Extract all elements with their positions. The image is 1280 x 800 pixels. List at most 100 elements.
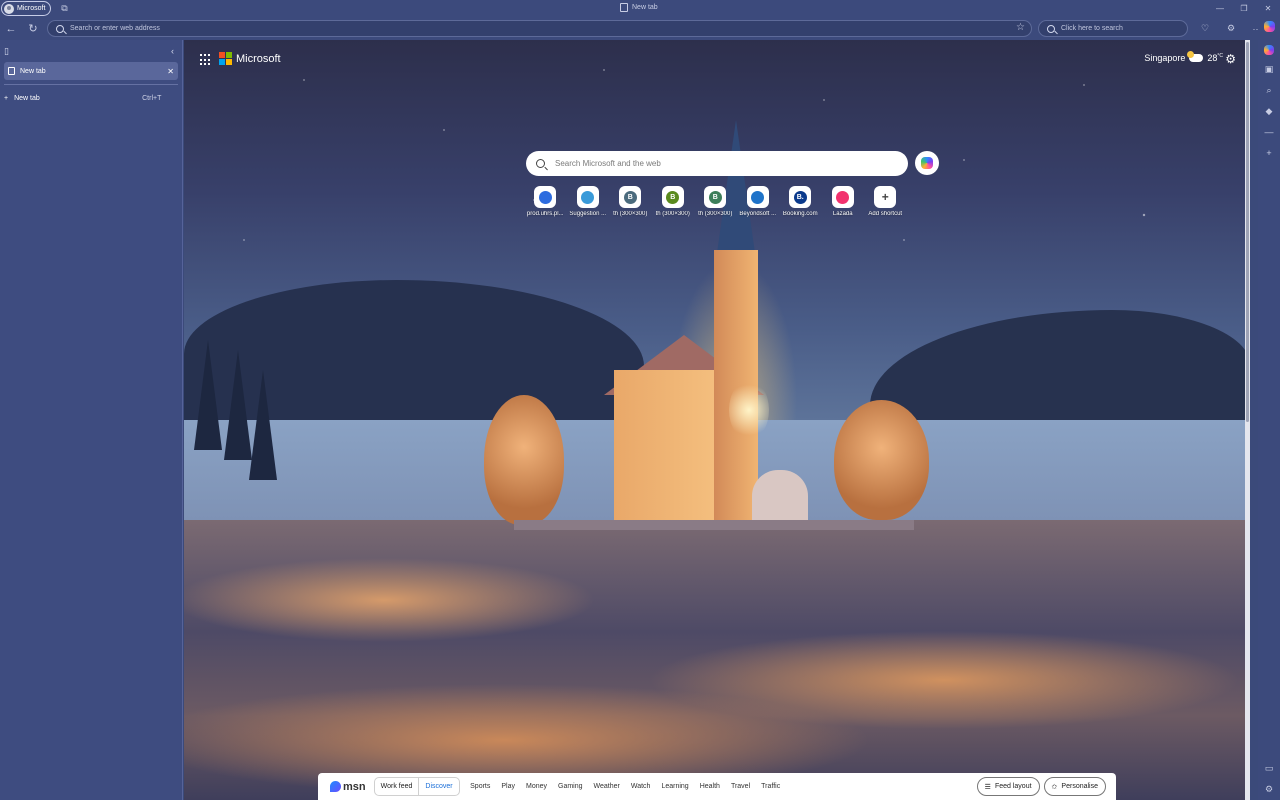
window-controls: — ❐ ✕ (1208, 0, 1280, 17)
shortcut-favicon (831, 186, 854, 208)
personalise-button[interactable]: ✩ Personalise (1043, 777, 1106, 796)
shortcut-tile[interactable]: B. Booking.com (779, 186, 822, 217)
weather-widget[interactable]: Singapore 28°C (1144, 51, 1223, 63)
search-sidebar-icon[interactable]: ⌕ (1262, 83, 1276, 97)
msn-feed-bar: msn Work feed Discover Sports Play Money Ga… (318, 773, 1116, 800)
toolbar: ← ↻ Search or enter web address ☆ Click … (0, 17, 1262, 40)
refresh-icon[interactable]: ↻ (22, 18, 44, 40)
copilot-icon (921, 157, 933, 169)
site-icon (836, 190, 850, 204)
back-icon[interactable]: ← (0, 18, 22, 40)
site-icon (751, 190, 765, 204)
new-tab-shortcut: Ctrl+T (142, 94, 162, 102)
site-icon: B (708, 190, 722, 204)
discover-tab[interactable]: Discover (418, 778, 458, 795)
shortcut-label: th (300×300) (613, 211, 648, 217)
extensions-icon[interactable]: ⚙ (1220, 20, 1242, 37)
shortcut-label: Beyondsoft ... (739, 211, 777, 217)
address-bar[interactable]: Search or enter web address ☆ (47, 20, 1032, 37)
workspaces-icon[interactable]: ⧉ (57, 2, 71, 16)
shortcut-tile[interactable]: + Add shortcut (864, 186, 907, 217)
shortcut-tile[interactable]: Beyondsoft ... (737, 186, 780, 217)
page-scrollbar[interactable] (1245, 40, 1250, 800)
sidebar-settings-icon[interactable]: ⚙ (1262, 782, 1276, 796)
feed-category-travel[interactable]: Travel (725, 783, 755, 790)
feed-category-gaming[interactable]: Gaming (553, 783, 589, 790)
collapse-panel-icon[interactable]: ‹ (171, 46, 174, 56)
address-placeholder: Search or enter web address (70, 25, 160, 32)
page-settings-icon[interactable]: ⚙ (1225, 52, 1236, 66)
wallpaper-pine (194, 340, 222, 450)
site-icon: B (666, 190, 680, 204)
weather-unit: °C (1217, 53, 1223, 59)
app-launcher-icon[interactable] (200, 54, 212, 66)
personalise-label: Personalise (1061, 783, 1098, 790)
feed-category-sports[interactable]: Sports (465, 783, 496, 790)
restore-icon[interactable]: ❐ (1232, 0, 1256, 17)
outlook-icon[interactable]: ▣ (1262, 62, 1276, 76)
plus-icon: + (4, 94, 9, 102)
feed-category-health[interactable]: Health (694, 783, 725, 790)
wallpaper-pine (249, 370, 277, 480)
copilot-icon[interactable] (1263, 21, 1275, 32)
partly-cloudy-icon (1187, 51, 1204, 62)
shortcut-label: Suggestion ... (569, 211, 607, 217)
shortcut-tile[interactable]: prod.uhrs.pl... (524, 186, 567, 217)
msn-logo[interactable]: msn (330, 781, 366, 793)
close-tab-icon[interactable]: ✕ (167, 67, 174, 76)
shortcut-tile[interactable]: Suggestion ... (567, 186, 610, 217)
new-tab-button[interactable]: + New tab Ctrl+T (0, 89, 182, 107)
work-feed-tab[interactable]: Work feed (375, 778, 419, 795)
add-sidebar-app-icon[interactable]: + (1262, 146, 1276, 160)
shortcut-tile[interactable]: Bth (300×300) (609, 186, 652, 217)
vertical-tab-new-tab[interactable]: New tab ✕ (4, 62, 178, 80)
shortcut-tile[interactable]: Lazada (822, 186, 865, 217)
shortcut-tile[interactable]: Bth (300×300) (652, 186, 695, 217)
shortcut-label: prod.uhrs.pl... (526, 211, 564, 217)
feed-actions: ☰ Feed layout ✩ Personalise (976, 777, 1106, 796)
feed-category-traffic[interactable]: Traffic (756, 783, 786, 790)
shortcut-label: Add shortcut (868, 211, 903, 217)
scrollbar-thumb[interactable] (1246, 42, 1249, 422)
weather-temp: 28 (1207, 53, 1218, 63)
wallpaper-chapel (752, 470, 808, 525)
feed-layout-label: Feed layout (994, 783, 1032, 790)
profile-button[interactable]: Microsoft (1, 1, 52, 16)
close-icon[interactable]: ✕ (1256, 0, 1280, 17)
weather-city: Singapore (1144, 53, 1186, 63)
bing-search-box[interactable]: Click here to search (1038, 20, 1188, 37)
wallpaper-tree (834, 400, 929, 520)
feed-layout-button[interactable]: ☰ Feed layout (976, 777, 1040, 796)
shortcut-favicon (534, 186, 557, 208)
apps-icon[interactable]: ◆ (1262, 104, 1276, 118)
feed-category-watch[interactable]: Watch (625, 783, 656, 790)
rail-divider: — (1264, 127, 1274, 137)
shortcut-favicon: B. (789, 186, 812, 208)
web-search-input[interactable] (555, 159, 875, 168)
msn-butterfly-icon (330, 781, 341, 792)
shortcut-favicon: B (661, 186, 684, 208)
microsoft-logo[interactable]: Microsoft (219, 52, 281, 65)
shortcut-favicon: + (874, 186, 897, 208)
site-icon (538, 190, 552, 204)
minimize-icon[interactable]: — (1208, 0, 1232, 17)
favorite-star-icon[interactable]: ☆ (1016, 22, 1025, 33)
feed-category-weather[interactable]: Weather (588, 783, 625, 790)
shortcut-tile[interactable]: Bth (300×300) (694, 186, 737, 217)
edge-sidebar-rail: ▣ ⌕ ◆ — + ▭ ⚙ (1258, 17, 1280, 800)
copilot-button[interactable] (915, 151, 939, 175)
star-settings-icon: ✩ (1051, 783, 1058, 791)
copilot-sidebar-icon[interactable] (1264, 45, 1274, 55)
shortcut-favicon: B (619, 186, 642, 208)
screen-share-icon[interactable]: ▭ (1262, 761, 1276, 775)
tab-actions-icon[interactable]: ▯ (4, 46, 9, 57)
feed-category-play[interactable]: Play (496, 783, 521, 790)
vertical-tabs-header: ▯ ‹ (0, 40, 182, 62)
wallpaper-dunes (184, 520, 1250, 800)
window-title: New tab (620, 3, 658, 12)
bing-search-placeholder: Click here to search (1061, 25, 1123, 32)
feed-category-learning[interactable]: Learning (656, 783, 694, 790)
browser-essentials-icon[interactable]: ♡ (1194, 20, 1216, 37)
web-search-box[interactable] (526, 151, 908, 176)
feed-category-money[interactable]: Money (521, 783, 553, 790)
